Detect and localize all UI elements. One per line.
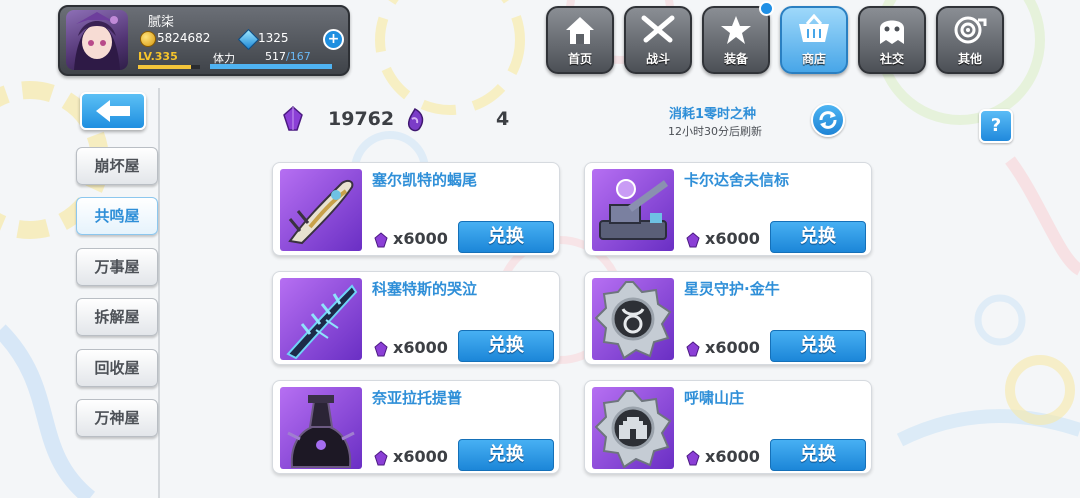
taurus-medal-icon [592, 278, 674, 360]
item-price: x6000 [393, 447, 448, 466]
stamina-value: 517/167 [265, 50, 311, 63]
scorpion-tail-weapon-icon [280, 169, 362, 251]
item-name: 科塞特斯的哭泣 [372, 280, 478, 298]
player-info-panel[interactable]: 腻柒 5824682 1325 + LV.335 体力 517/167 [58, 5, 350, 76]
ice-blade-icon [280, 278, 362, 360]
shop-item-card: 呼啸山庄 x6000 兑换 [584, 380, 872, 474]
diamond-icon [237, 28, 260, 51]
item-price: x6000 [705, 229, 760, 248]
item-name: 卡尔达舍夫信标 [684, 171, 790, 189]
time-seed-icon [407, 107, 424, 132]
sidebar-divider [158, 88, 160, 498]
target-icon [954, 16, 987, 44]
exchange-button[interactable]: 兑换 [458, 439, 554, 471]
price-crystal-icon [374, 232, 388, 248]
menu-label: 商店 [801, 52, 826, 66]
ghost-icon [880, 20, 904, 44]
menu-label: 战斗 [645, 52, 670, 66]
shop-item-card: 奈亚拉托提普 x6000 兑换 [272, 380, 560, 474]
star-badge-icon [721, 16, 751, 44]
menu-social-button[interactable]: 社交 [858, 6, 926, 74]
item-price: x6000 [393, 338, 448, 357]
refresh-button[interactable] [811, 103, 845, 137]
item-name: 呼啸山庄 [684, 389, 745, 407]
menu-label: 首页 [567, 52, 592, 66]
house-icon [566, 17, 594, 44]
menu-label: 其他 [957, 52, 982, 66]
exchange-button[interactable]: 兑换 [770, 439, 866, 471]
item-price: x6000 [393, 229, 448, 248]
stamina-progress-bar [210, 64, 332, 69]
crossed-swords-icon [641, 15, 675, 43]
shop-item-card: 卡尔达舍夫信标 x6000 兑换 [584, 162, 872, 256]
sidebar-item-wanshi[interactable]: 万事屋 [76, 248, 158, 286]
level-progress-bar [138, 65, 200, 69]
exchange-button[interactable]: 兑换 [458, 330, 554, 362]
notification-dot [759, 1, 774, 16]
sidebar-item-huishou[interactable]: 回收屋 [76, 349, 158, 387]
add-currency-button[interactable]: + [323, 29, 344, 50]
item-name: 星灵守护·金牛 [684, 280, 780, 298]
price-crystal-icon [686, 450, 700, 466]
exchange-button[interactable]: 兑换 [770, 330, 866, 362]
back-button[interactable] [80, 92, 146, 130]
player-level: LV.335 [138, 50, 178, 63]
item-name: 塞尔凯特的蝎尾 [372, 171, 478, 189]
item-name: 奈亚拉托提普 [372, 389, 463, 407]
shop-item-card: 科塞特斯的哭泣 x6000 兑换 [272, 271, 560, 365]
menu-battle-button[interactable]: 战斗 [624, 6, 692, 74]
menu-home-button[interactable]: 首页 [546, 6, 614, 74]
price-crystal-icon [686, 232, 700, 248]
refresh-timer: 12小时30分后刷新 [668, 125, 762, 138]
stamina-current: 517 [265, 50, 286, 63]
castle-medal-icon [592, 387, 674, 469]
item-price: x6000 [705, 447, 760, 466]
price-crystal-icon [374, 450, 388, 466]
menu-equipment-button[interactable]: 装备 [702, 6, 770, 74]
menu-label: 社交 [879, 52, 904, 66]
gold-amount: 5824682 [157, 31, 211, 45]
menu-other-button[interactable]: 其他 [936, 6, 1004, 74]
shop-item-card: 星灵守护·金牛 x6000 兑换 [584, 271, 872, 365]
player-name: 腻柒 [148, 15, 175, 30]
dark-armor-icon [280, 387, 362, 469]
help-button[interactable]: ? [979, 109, 1013, 143]
menu-shop-button[interactable]: 商店 [780, 6, 848, 74]
seed-amount: 4 [496, 108, 510, 130]
sidebar-item-gongming[interactable]: 共鸣屋 [76, 197, 158, 235]
shop-item-card: 塞尔凯特的蝎尾 x6000 兑换 [272, 162, 560, 256]
sidebar-item-wanshen[interactable]: 万神屋 [76, 399, 158, 437]
diamond-amount: 1325 [258, 31, 289, 45]
stamina-max: /167 [286, 50, 311, 63]
price-crystal-icon [686, 341, 700, 357]
back-arrow-icon [96, 100, 130, 122]
refresh-icon [819, 111, 837, 129]
item-price: x6000 [705, 338, 760, 357]
exchange-button[interactable]: 兑换 [458, 221, 554, 253]
crystal-amount: 19762 [328, 108, 395, 130]
price-crystal-icon [374, 341, 388, 357]
player-avatar[interactable] [66, 10, 128, 70]
purple-crystal-icon [283, 106, 303, 131]
cost-info: 消耗1零时之种 [669, 107, 757, 122]
beacon-cannon-icon [592, 169, 674, 251]
menu-label: 装备 [723, 52, 748, 66]
gold-coin-icon [140, 31, 156, 47]
sidebar-item-chaijie[interactable]: 拆解屋 [76, 298, 158, 336]
shop-basket-icon [799, 14, 829, 42]
exchange-button[interactable]: 兑换 [770, 221, 866, 253]
sidebar-item-benghuai[interactable]: 崩坏屋 [76, 147, 158, 185]
